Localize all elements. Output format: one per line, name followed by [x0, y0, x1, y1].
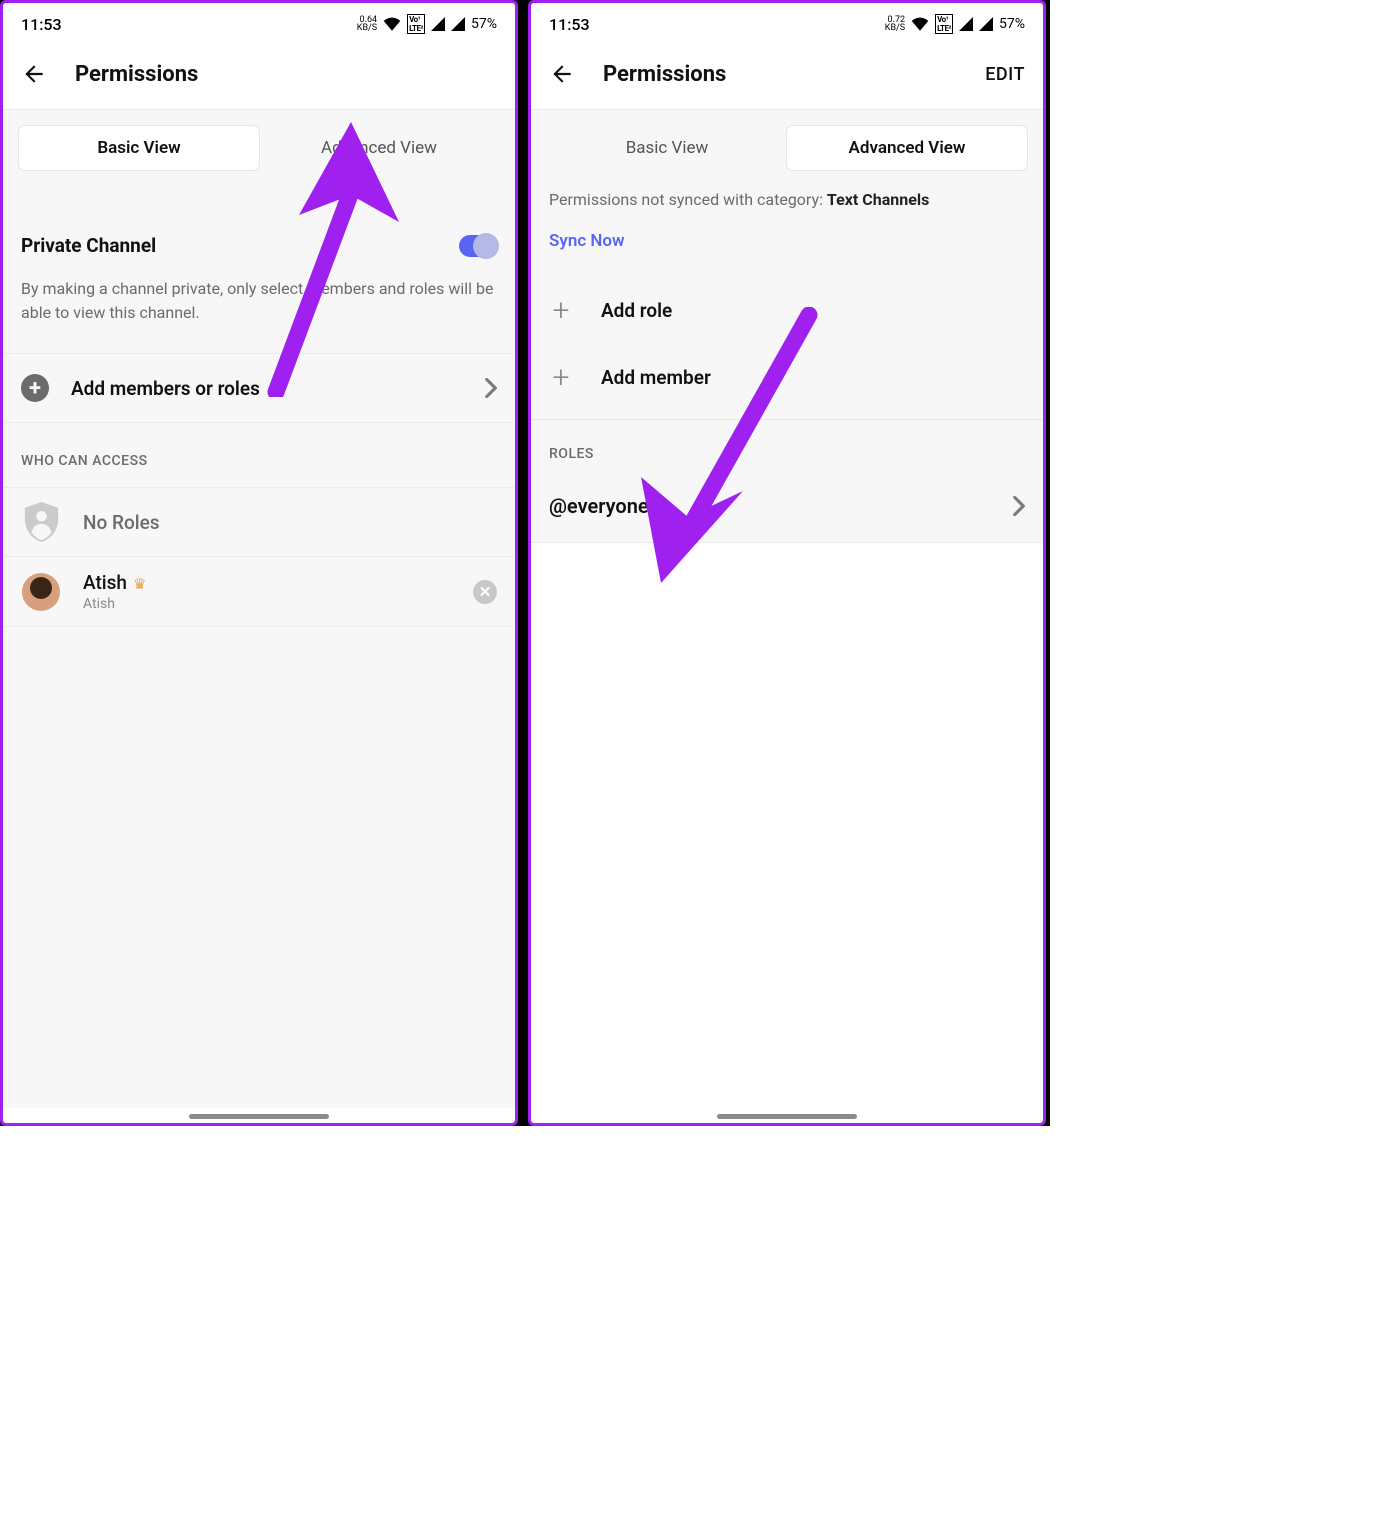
tab-basic-view[interactable]: Basic View: [19, 126, 259, 170]
phone-right: 11:53 0.72KB/S Vo¹LTE² 57% Permissions E…: [528, 0, 1046, 1126]
status-bar: 11:53 0.72KB/S Vo¹LTE² 57%: [531, 3, 1043, 41]
wifi-icon: [911, 17, 929, 31]
status-battery: 57%: [471, 16, 497, 32]
back-icon[interactable]: [21, 61, 47, 87]
status-kbs: 0.64KB/S: [357, 16, 377, 32]
signal-icon-1: [959, 17, 973, 31]
role-everyone-label: @everyone: [549, 494, 991, 518]
remove-member-button[interactable]: ✕: [473, 580, 497, 604]
tab-advanced-view[interactable]: Advanced View: [787, 126, 1027, 170]
content-basic: Basic View Advanced View Private Channel…: [3, 110, 515, 1108]
status-right: 0.72KB/S Vo¹LTE² 57%: [885, 14, 1025, 34]
member-sub: Atish: [83, 596, 451, 612]
view-tabs: Basic View Advanced View: [3, 110, 515, 186]
sync-block: Permissions not synced with category: Te…: [531, 186, 1043, 277]
avatar: [22, 573, 60, 611]
app-bar: Permissions: [3, 41, 515, 110]
add-members-roles-label: Add members or roles: [71, 377, 463, 400]
member-name: Atish♛: [83, 571, 451, 594]
page-title: Permissions: [603, 62, 726, 87]
nav-handle[interactable]: [189, 1114, 329, 1119]
page-title: Permissions: [75, 62, 198, 87]
plus-icon: +: [549, 305, 573, 317]
plus-circle-icon: +: [21, 374, 49, 402]
add-member-label: Add member: [601, 366, 711, 389]
add-member-row[interactable]: + Add member: [531, 344, 1043, 411]
private-channel-desc: By making a channel private, only select…: [21, 265, 497, 353]
private-channel-label: Private Channel: [21, 234, 156, 257]
shield-user-icon: [24, 502, 59, 542]
back-icon[interactable]: [549, 61, 575, 87]
add-role-label: Add role: [601, 299, 672, 322]
sync-message: Permissions not synced with category: Te…: [549, 190, 1025, 209]
status-kbs: 0.72KB/S: [885, 16, 905, 32]
status-battery: 57%: [999, 16, 1025, 32]
crown-icon: ♛: [133, 575, 146, 593]
edit-button[interactable]: EDIT: [985, 64, 1025, 85]
signal-icon-2: [979, 17, 993, 31]
lte-badge: Vo¹LTE²: [407, 14, 425, 34]
chevron-right-icon: [1013, 496, 1025, 516]
status-time: 11:53: [21, 15, 62, 34]
add-members-roles-row[interactable]: + Add members or roles: [3, 353, 515, 423]
no-roles-row: No Roles: [3, 487, 515, 557]
plus-icon: +: [549, 372, 573, 384]
private-channel-toggle[interactable]: [459, 235, 497, 257]
nav-handle[interactable]: [717, 1114, 857, 1119]
add-role-row[interactable]: + Add role: [531, 277, 1043, 344]
member-row[interactable]: Atish♛ Atish ✕: [3, 557, 515, 627]
tab-basic-view[interactable]: Basic View: [547, 126, 787, 170]
private-channel-row: Private Channel: [21, 186, 497, 265]
signal-icon-1: [431, 17, 445, 31]
sync-now-link[interactable]: Sync Now: [549, 231, 1025, 251]
status-right: 0.64KB/S Vo¹LTE² 57%: [357, 14, 497, 34]
content-advanced: Basic View Advanced View Permissions not…: [531, 110, 1043, 1108]
chevron-right-icon: [485, 378, 497, 398]
no-roles-label: No Roles: [83, 511, 497, 534]
wifi-icon: [383, 17, 401, 31]
roles-header: ROLES: [531, 419, 1043, 480]
tab-advanced-view[interactable]: Advanced View: [259, 126, 499, 170]
signal-icon-2: [451, 17, 465, 31]
status-bar: 11:53 0.64KB/S Vo¹LTE² 57%: [3, 3, 515, 41]
phone-left: 11:53 0.64KB/S Vo¹LTE² 57% Permissions B…: [0, 0, 518, 1126]
status-time: 11:53: [549, 15, 590, 34]
app-bar: Permissions EDIT: [531, 41, 1043, 110]
lte-badge: Vo¹LTE²: [935, 14, 953, 34]
role-everyone-row[interactable]: @everyone: [531, 480, 1043, 543]
who-can-access-header: WHO CAN ACCESS: [3, 423, 515, 487]
view-tabs: Basic View Advanced View: [531, 110, 1043, 186]
